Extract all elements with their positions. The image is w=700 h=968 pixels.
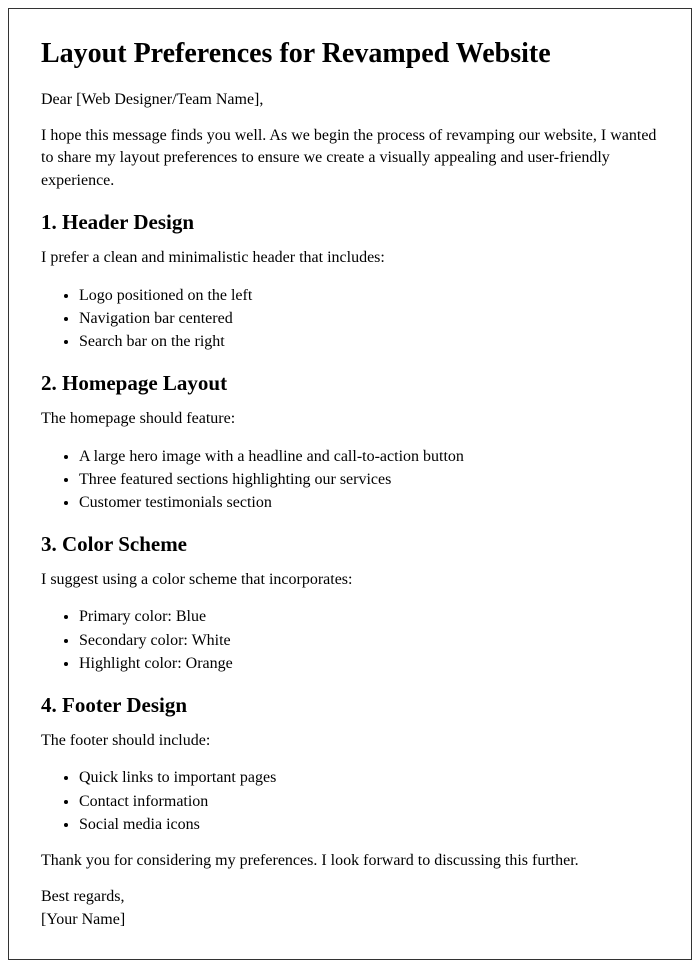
intro-paragraph: I hope this message finds you well. As w… bbox=[41, 125, 659, 192]
list-item: Search bar on the right bbox=[79, 330, 659, 353]
section-heading-4: 4. Footer Design bbox=[41, 693, 659, 718]
list-item: Navigation bar centered bbox=[79, 307, 659, 330]
section-lead-2: The homepage should feature: bbox=[41, 408, 659, 430]
section-lead-4: The footer should include: bbox=[41, 730, 659, 752]
list-item: Contact information bbox=[79, 790, 659, 813]
closing-paragraph: Thank you for considering my preferences… bbox=[41, 850, 659, 872]
list-item: Secondary color: White bbox=[79, 629, 659, 652]
greeting-line: Dear [Web Designer/Team Name], bbox=[41, 89, 659, 111]
signoff-block: Best regards, [Your Name] bbox=[41, 886, 659, 931]
section-list-1: Logo positioned on the left Navigation b… bbox=[79, 284, 659, 354]
list-item: Quick links to important pages bbox=[79, 766, 659, 789]
list-item: Highlight color: Orange bbox=[79, 652, 659, 675]
section-list-2: A large hero image with a headline and c… bbox=[79, 445, 659, 515]
list-item: A large hero image with a headline and c… bbox=[79, 445, 659, 468]
section-list-3: Primary color: Blue Secondary color: Whi… bbox=[79, 605, 659, 675]
list-item: Social media icons bbox=[79, 813, 659, 836]
section-heading-2: 2. Homepage Layout bbox=[41, 371, 659, 396]
section-lead-1: I prefer a clean and minimalistic header… bbox=[41, 247, 659, 269]
signoff-line-1: Best regards, bbox=[41, 886, 659, 908]
list-item: Logo positioned on the left bbox=[79, 284, 659, 307]
section-lead-3: I suggest using a color scheme that inco… bbox=[41, 569, 659, 591]
section-list-4: Quick links to important pages Contact i… bbox=[79, 766, 659, 836]
section-heading-1: 1. Header Design bbox=[41, 210, 659, 235]
page-title: Layout Preferences for Revamped Website bbox=[41, 37, 659, 71]
list-item: Customer testimonials section bbox=[79, 491, 659, 514]
document-page: Layout Preferences for Revamped Website … bbox=[8, 8, 692, 960]
section-heading-3: 3. Color Scheme bbox=[41, 532, 659, 557]
signoff-line-2: [Your Name] bbox=[41, 909, 659, 931]
list-item: Primary color: Blue bbox=[79, 605, 659, 628]
list-item: Three featured sections highlighting our… bbox=[79, 468, 659, 491]
